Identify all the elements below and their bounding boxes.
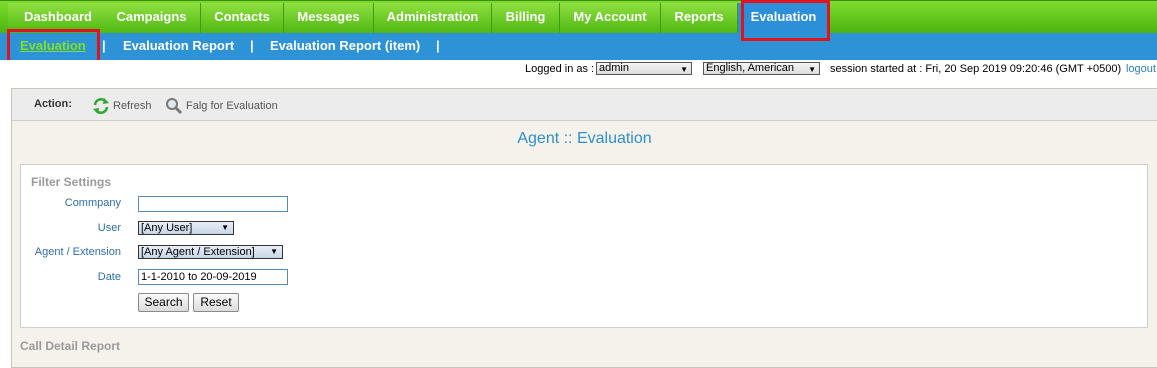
subnav-evaluation-report-item[interactable]: Evaluation Report (item) [270,38,420,53]
chevron-down-icon: ▼ [270,247,278,256]
tab-reports[interactable]: Reports [661,3,738,33]
user-filter-value: [Any User] [141,222,193,234]
session-info: session started at : Fri, 20 Sep 2019 09… [830,63,1122,75]
tab-messages[interactable]: Messages [284,3,374,33]
date-label: Date [97,271,121,283]
subnav-separator: | [436,38,440,53]
tab-my-account[interactable]: My Account [560,3,661,33]
filter-settings-box: Filter Settings Commpany User [Any User]… [20,164,1148,328]
tab-campaigns[interactable]: Campaigns [103,3,201,33]
language-select[interactable]: English, American ▼ [703,62,820,75]
logged-in-label: Logged in as : [525,63,595,75]
tab-contacts[interactable]: Contacts [201,3,284,33]
page-title: Agent :: Evaluation [517,130,652,147]
subnav-separator: | [102,38,106,53]
date-field[interactable]: 1-1-2010 to 20-09-2019 [138,269,288,285]
flag-for-evaluation-button[interactable]: Falg for Evaluation [165,97,278,115]
subnav-separator: | [250,38,254,53]
user-select-value: admin [599,62,629,74]
user-label: User [97,222,121,234]
logout-link[interactable]: logout [1126,63,1156,75]
call-detail-report-heading: Call Detail Report [20,339,121,353]
chevron-down-icon: ▼ [680,65,688,74]
agent-extension-label: Agent / Extension [34,246,121,258]
agent-extension-select[interactable]: [Any Agent / Extension] ▼ [138,245,283,259]
highlight-box-evaluation-tab [741,0,830,41]
chevron-down-icon: ▼ [221,223,229,232]
user-select[interactable]: admin ▼ [596,62,692,75]
action-bar: Action: Refresh Falg for Evaluation [12,89,1157,121]
filter-settings-legend: Filter Settings [31,175,112,189]
tab-billing[interactable]: Billing [492,3,560,33]
session-status-bar: Logged in as : admin ▼ English, American… [0,60,1157,78]
refresh-label: Refresh [113,100,152,112]
refresh-icon [93,98,109,114]
company-label: Commpany [64,197,121,209]
magnifier-icon [166,98,183,115]
refresh-button[interactable]: Refresh [92,97,152,115]
search-button[interactable]: Search [138,293,189,312]
company-field[interactable] [138,196,288,212]
user-filter-select[interactable]: [Any User] ▼ [138,221,234,235]
subnav-evaluation-report[interactable]: Evaluation Report [123,38,234,53]
action-label: Action: [34,98,72,110]
chevron-down-icon: ▼ [808,65,816,74]
main-navigation: Dashboard Campaigns Contacts Messages Ad… [0,0,1157,33]
agent-extension-value: [Any Agent / Extension] [141,246,255,258]
sub-navigation: Evaluation | Evaluation Report | Evaluat… [0,33,1157,60]
tab-administration[interactable]: Administration [374,3,492,33]
flag-for-evaluation-label: Falg for Evaluation [186,100,278,112]
language-select-value: English, American [706,62,795,74]
content-panel: Action: Refresh Falg for Evaluation Agen… [11,88,1157,368]
reset-button[interactable]: Reset [193,293,239,312]
